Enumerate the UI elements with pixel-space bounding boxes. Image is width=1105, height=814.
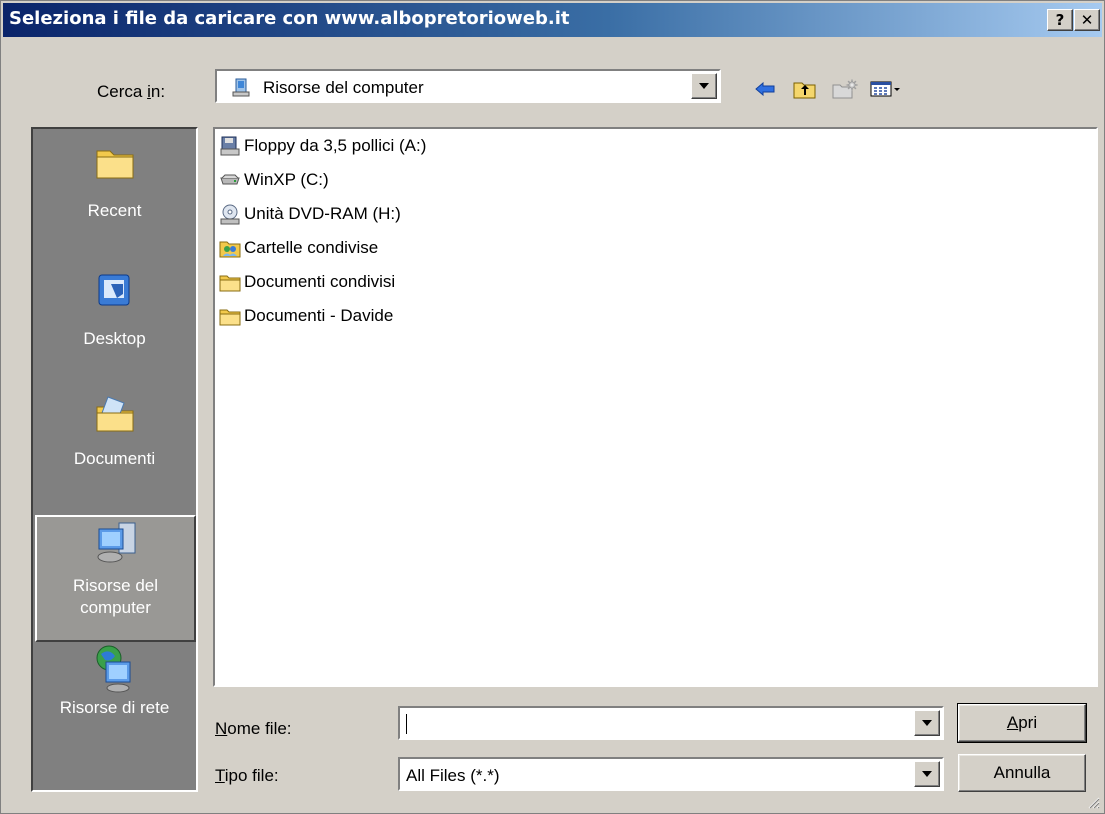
file-name: WinXP (C:) — [244, 170, 329, 189]
lookin-dropdown[interactable]: Risorse del computer — [215, 69, 721, 103]
up-folder-button[interactable] — [791, 77, 819, 101]
resize-grip-icon[interactable] — [1086, 795, 1100, 809]
filetype-value: All Files (*.*) — [406, 766, 500, 785]
filename-dropdown-button[interactable] — [914, 710, 940, 736]
computer-icon — [230, 78, 252, 103]
list-item[interactable]: Floppy da 3,5 pollici (A:) — [219, 131, 426, 161]
help-button[interactable]: ? — [1047, 9, 1073, 31]
filetype-dropdown-button[interactable] — [914, 761, 940, 787]
chevron-down-icon — [922, 771, 932, 777]
place-desktop[interactable]: Desktop — [33, 271, 196, 349]
list-item[interactable]: Cartelle condivise — [219, 233, 378, 263]
list-item[interactable]: Unità DVD-RAM (H:) — [219, 199, 401, 229]
place-recent[interactable]: Recent — [33, 143, 196, 221]
up-folder-icon — [793, 82, 816, 99]
hard-disk-icon — [220, 174, 240, 185]
file-open-dialog: Seleziona i file da caricare con www.alb… — [0, 0, 1105, 814]
new-folder-icon — [832, 79, 858, 99]
cancel-button[interactable]: Annulla — [958, 754, 1086, 792]
dvd-drive-icon — [220, 204, 240, 225]
places-bar: Recent Desktop Documenti Risorse del com… — [31, 127, 198, 792]
lookin-label: Cerca in: — [97, 82, 166, 101]
shared-folders-icon — [219, 241, 241, 258]
file-name: Floppy da 3,5 pollici (A:) — [244, 136, 427, 155]
filetype-label: Tipo file: — [215, 766, 279, 785]
text-caret — [406, 714, 407, 734]
chevron-down-icon — [922, 720, 932, 726]
place-documenti[interactable]: Documenti — [33, 393, 196, 469]
folder-icon — [219, 309, 241, 326]
list-item[interactable]: Documenti condivisi — [219, 267, 395, 297]
place-label: Recent — [87, 201, 142, 220]
place-label: Risorse del computer — [72, 576, 159, 617]
list-item[interactable]: Documenti - Davide — [219, 301, 393, 331]
filename-label: Nome file: — [215, 719, 292, 738]
file-name: Cartelle condivise — [244, 238, 379, 257]
list-item[interactable]: WinXP (C:) — [219, 165, 329, 195]
file-list[interactable]: Floppy da 3,5 pollici (A:) WinXP (C:) Un… — [213, 127, 1098, 687]
view-menu-icon — [870, 81, 900, 97]
place-risorse-computer[interactable]: Risorse del computer — [35, 515, 196, 642]
folder-icon — [219, 275, 241, 292]
place-label: Documenti — [73, 449, 156, 468]
filetype-select[interactable]: All Files (*.*) — [398, 757, 944, 791]
back-button[interactable] — [751, 77, 779, 101]
network-icon — [96, 645, 130, 693]
place-label: Desktop — [83, 329, 146, 348]
close-button[interactable]: ✕ — [1074, 9, 1100, 31]
lookin-value: Risorse del computer — [263, 78, 424, 97]
open-button[interactable]: Apri — [957, 703, 1087, 743]
desktop-icon — [98, 274, 129, 306]
filename-input[interactable] — [398, 706, 944, 740]
lookin-dropdown-button[interactable] — [691, 73, 717, 99]
place-label: Risorse di rete — [59, 698, 170, 717]
view-menu-button[interactable] — [867, 77, 907, 101]
title-bar[interactable]: Seleziona i file da caricare con www.alb… — [3, 3, 1102, 37]
place-risorse-rete[interactable]: Risorse di rete — [33, 644, 196, 718]
file-name: Unità DVD-RAM (H:) — [244, 204, 401, 223]
recent-folder-icon — [96, 150, 133, 179]
back-arrow-icon — [755, 81, 775, 97]
file-name: Documenti condivisi — [244, 272, 396, 291]
my-computer-icon — [97, 522, 135, 563]
file-name: Documenti - Davide — [244, 306, 394, 325]
chevron-down-icon — [699, 83, 709, 89]
floppy-drive-icon — [220, 136, 240, 156]
documents-folder-icon — [96, 396, 133, 432]
new-folder-button[interactable] — [831, 77, 859, 101]
window-title: Seleziona i file da caricare con www.alb… — [9, 8, 570, 29]
